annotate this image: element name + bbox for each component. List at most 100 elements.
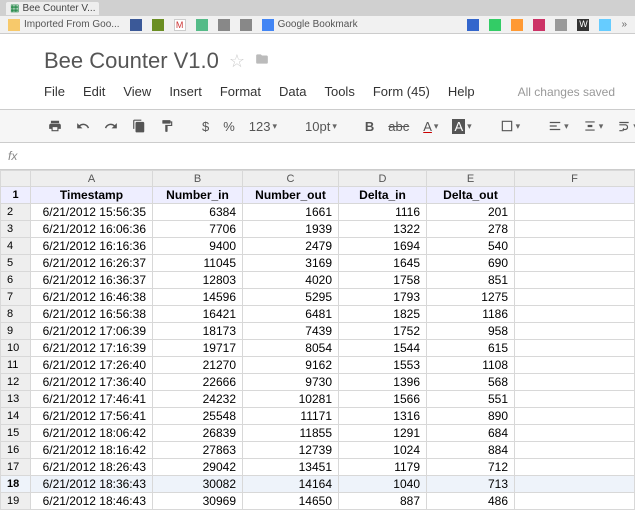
- row-header[interactable]: 3: [1, 221, 31, 238]
- cell[interactable]: 6/21/2012 16:56:38: [31, 306, 153, 323]
- cell[interactable]: 21270: [153, 357, 243, 374]
- cell[interactable]: [515, 272, 635, 289]
- browser-tab[interactable]: ▦ Bee Counter V...: [6, 2, 99, 15]
- row-header[interactable]: 13: [1, 391, 31, 408]
- cell[interactable]: 887: [339, 493, 427, 510]
- cell[interactable]: 12803: [153, 272, 243, 289]
- row-header[interactable]: 14: [1, 408, 31, 425]
- folder-icon[interactable]: [255, 52, 269, 71]
- cell[interactable]: 1024: [339, 442, 427, 459]
- row-header[interactable]: 1: [1, 187, 31, 204]
- cell[interactable]: 890: [427, 408, 515, 425]
- col-header-C[interactable]: C: [243, 171, 339, 187]
- bookmark-folder[interactable]: Imported From Goo...: [8, 19, 120, 31]
- cell[interactable]: 540: [427, 238, 515, 255]
- formula-input[interactable]: [38, 147, 627, 165]
- cell[interactable]: 1116: [339, 204, 427, 221]
- menu-data[interactable]: Data: [279, 84, 306, 99]
- cell[interactable]: 6/21/2012 18:16:42: [31, 442, 153, 459]
- menu-view[interactable]: View: [123, 84, 151, 99]
- cell[interactable]: [515, 187, 635, 204]
- cell[interactable]: 568: [427, 374, 515, 391]
- misc-icon-3[interactable]: [240, 19, 252, 31]
- header-cell[interactable]: Delta_out: [427, 187, 515, 204]
- cell[interactable]: 2479: [243, 238, 339, 255]
- cell[interactable]: 24232: [153, 391, 243, 408]
- cell[interactable]: 12739: [243, 442, 339, 459]
- cell[interactable]: [515, 204, 635, 221]
- cell[interactable]: 958: [427, 323, 515, 340]
- cell[interactable]: 11171: [243, 408, 339, 425]
- misc-icon-2[interactable]: [218, 19, 230, 31]
- cell[interactable]: [515, 442, 635, 459]
- menu-file[interactable]: File: [44, 84, 65, 99]
- cell[interactable]: 201: [427, 204, 515, 221]
- print-button[interactable]: [44, 117, 66, 135]
- cell[interactable]: 1793: [339, 289, 427, 306]
- cell[interactable]: 6/21/2012 17:16:39: [31, 340, 153, 357]
- row-header[interactable]: 18: [1, 476, 31, 493]
- cell[interactable]: 1291: [339, 425, 427, 442]
- menu-insert[interactable]: Insert: [169, 84, 202, 99]
- cell[interactable]: 30082: [153, 476, 243, 493]
- row-header[interactable]: 6: [1, 272, 31, 289]
- number-format-dropdown[interactable]: 123: [245, 117, 281, 136]
- star-icon[interactable]: ☆: [229, 51, 245, 72]
- cell[interactable]: 6/21/2012 17:56:41: [31, 408, 153, 425]
- cell[interactable]: 19717: [153, 340, 243, 357]
- cell[interactable]: 1661: [243, 204, 339, 221]
- undo-button[interactable]: [72, 117, 94, 135]
- green-icon[interactable]: [152, 19, 164, 31]
- cell[interactable]: 1544: [339, 340, 427, 357]
- cell[interactable]: [515, 374, 635, 391]
- cell[interactable]: [515, 493, 635, 510]
- cell[interactable]: [515, 476, 635, 493]
- bm-b[interactable]: [489, 19, 501, 31]
- fb-icon[interactable]: [130, 19, 142, 31]
- bm-c[interactable]: [511, 19, 523, 31]
- col-header-E[interactable]: E: [427, 171, 515, 187]
- cell[interactable]: [515, 238, 635, 255]
- cell[interactable]: [515, 306, 635, 323]
- valign-dropdown[interactable]: [579, 117, 608, 135]
- cell[interactable]: 1825: [339, 306, 427, 323]
- bookmark-google[interactable]: Google Bookmark: [262, 19, 358, 31]
- font-size-dropdown[interactable]: 10pt: [301, 117, 341, 136]
- cell[interactable]: 1566: [339, 391, 427, 408]
- menu-format[interactable]: Format: [220, 84, 261, 99]
- cell[interactable]: 6/21/2012 17:36:40: [31, 374, 153, 391]
- spreadsheet-grid[interactable]: ABCDEF1TimestampNumber_inNumber_outDelta…: [0, 170, 635, 510]
- cell[interactable]: 6/21/2012 18:46:43: [31, 493, 153, 510]
- bm-g[interactable]: [599, 19, 611, 31]
- cell[interactable]: 27863: [153, 442, 243, 459]
- cell[interactable]: 11045: [153, 255, 243, 272]
- cell[interactable]: 13451: [243, 459, 339, 476]
- menu-tools[interactable]: Tools: [324, 84, 354, 99]
- fill-color-dropdown[interactable]: A: [448, 117, 475, 136]
- cell[interactable]: [515, 459, 635, 476]
- currency-button[interactable]: $: [198, 117, 213, 136]
- cell[interactable]: 11855: [243, 425, 339, 442]
- cell[interactable]: 14596: [153, 289, 243, 306]
- bm-e[interactable]: [555, 19, 567, 31]
- cell[interactable]: 1179: [339, 459, 427, 476]
- cell[interactable]: 3169: [243, 255, 339, 272]
- row-header[interactable]: 12: [1, 374, 31, 391]
- cell[interactable]: 29042: [153, 459, 243, 476]
- header-cell[interactable]: Number_out: [243, 187, 339, 204]
- cell[interactable]: 1396: [339, 374, 427, 391]
- cell[interactable]: 6/21/2012 16:46:38: [31, 289, 153, 306]
- cell[interactable]: 4020: [243, 272, 339, 289]
- cell[interactable]: 1108: [427, 357, 515, 374]
- row-header[interactable]: 2: [1, 204, 31, 221]
- cell[interactable]: 1275: [427, 289, 515, 306]
- halign-dropdown[interactable]: [544, 117, 573, 135]
- cell[interactable]: 851: [427, 272, 515, 289]
- bm-a[interactable]: [467, 19, 479, 31]
- cell[interactable]: 1040: [339, 476, 427, 493]
- cell[interactable]: 14650: [243, 493, 339, 510]
- row-header[interactable]: 17: [1, 459, 31, 476]
- row-header[interactable]: 9: [1, 323, 31, 340]
- cell[interactable]: 713: [427, 476, 515, 493]
- cell[interactable]: 6/21/2012 15:56:35: [31, 204, 153, 221]
